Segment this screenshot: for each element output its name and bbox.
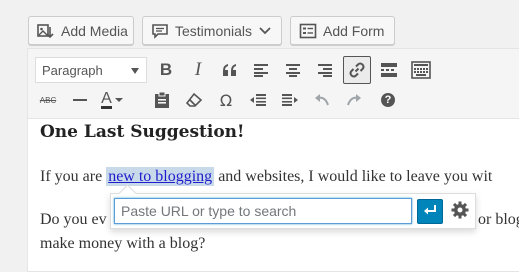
help-icon: ?: [381, 93, 395, 107]
read-more-button[interactable]: [375, 56, 403, 84]
italic-icon: I: [194, 59, 202, 80]
outdent-button[interactable]: [244, 86, 272, 114]
text-color-button[interactable]: A: [98, 86, 126, 114]
link-icon: [348, 61, 366, 79]
testimonials-button[interactable]: Testimonials: [142, 16, 282, 45]
dropdown-arrow-icon: [131, 68, 139, 74]
add-media-button[interactable]: Add Media: [28, 16, 134, 45]
italic-button[interactable]: I: [184, 56, 212, 84]
special-character-button[interactable]: Ω: [212, 86, 240, 114]
toolbar-toggle-button[interactable]: [407, 56, 435, 84]
gear-icon: [450, 200, 470, 225]
testimonials-label: Testimonials: [175, 22, 253, 39]
blockquote-button[interactable]: [216, 56, 244, 84]
bold-icon: B: [159, 60, 173, 79]
link-options-button[interactable]: [448, 200, 472, 224]
link-url-input[interactable]: [114, 198, 412, 224]
strikethrough-icon: ABC: [39, 95, 57, 105]
paragraph-1-text-after: and websites, I would like to leave you …: [214, 168, 493, 185]
inline-link-popup: [110, 193, 476, 229]
speech-bubble-icon: [151, 22, 169, 40]
redo-button[interactable]: [340, 86, 368, 114]
format-select-value: Paragraph: [42, 62, 103, 78]
text-color-icon: A: [101, 91, 123, 109]
align-right-button[interactable]: [311, 56, 339, 84]
undo-icon: [314, 93, 330, 107]
strikethrough-button[interactable]: ABC: [34, 86, 62, 114]
clear-formatting-icon: [185, 92, 203, 108]
indent-icon: [281, 93, 299, 107]
paste-text-button[interactable]: [148, 86, 176, 114]
special-character-icon: Ω: [219, 90, 233, 110]
help-button[interactable]: ?: [374, 86, 402, 114]
insert-link-button[interactable]: [343, 56, 371, 84]
editor-toolbar: Paragraph B I ABC A Ω ?: [28, 49, 519, 119]
add-form-button[interactable]: Add Form: [290, 16, 395, 45]
paragraph-2-line-1-start: Do you ev: [40, 211, 107, 228]
add-media-icon: [37, 22, 55, 40]
align-left-button[interactable]: [247, 56, 275, 84]
selected-link-text[interactable]: new to blogging: [106, 167, 215, 186]
clear-formatting-button[interactable]: [180, 86, 208, 114]
indent-button[interactable]: [276, 86, 304, 114]
bold-button[interactable]: B: [152, 56, 180, 84]
redo-icon: [346, 93, 362, 107]
chevron-down-icon: [258, 26, 272, 36]
apply-link-button[interactable]: [417, 199, 443, 224]
visual-editor: Paragraph B I ABC A Ω ? One Last Suggest…: [27, 48, 519, 272]
align-right-icon: [317, 63, 333, 77]
content-heading: One Last Suggestion!: [40, 122, 245, 142]
paragraph-2-line-2: make money with a blog?: [40, 235, 206, 252]
align-center-button[interactable]: [279, 56, 307, 84]
format-select[interactable]: Paragraph: [35, 57, 147, 83]
add-media-label: Add Media: [61, 22, 128, 39]
form-icon: [299, 22, 317, 40]
enter-arrow-icon: [423, 203, 437, 221]
paragraph-1: If you are new to blogging and websites,…: [40, 167, 493, 186]
read-more-icon: [380, 62, 398, 78]
align-center-icon: [285, 63, 301, 77]
paragraph-1-text-before: If you are: [40, 168, 107, 185]
outdent-icon: [249, 93, 267, 107]
undo-button[interactable]: [308, 86, 336, 114]
add-form-label: Add Form: [323, 22, 385, 39]
blockquote-icon: [221, 62, 239, 78]
align-left-icon: [253, 63, 269, 77]
horizontal-line-button[interactable]: [66, 86, 94, 114]
toolbar-toggle-icon: [411, 61, 431, 79]
horizontal-line-icon: [72, 98, 88, 102]
paste-text-icon: [154, 91, 170, 109]
paragraph-2-line-1-end: or blog: [478, 211, 519, 228]
